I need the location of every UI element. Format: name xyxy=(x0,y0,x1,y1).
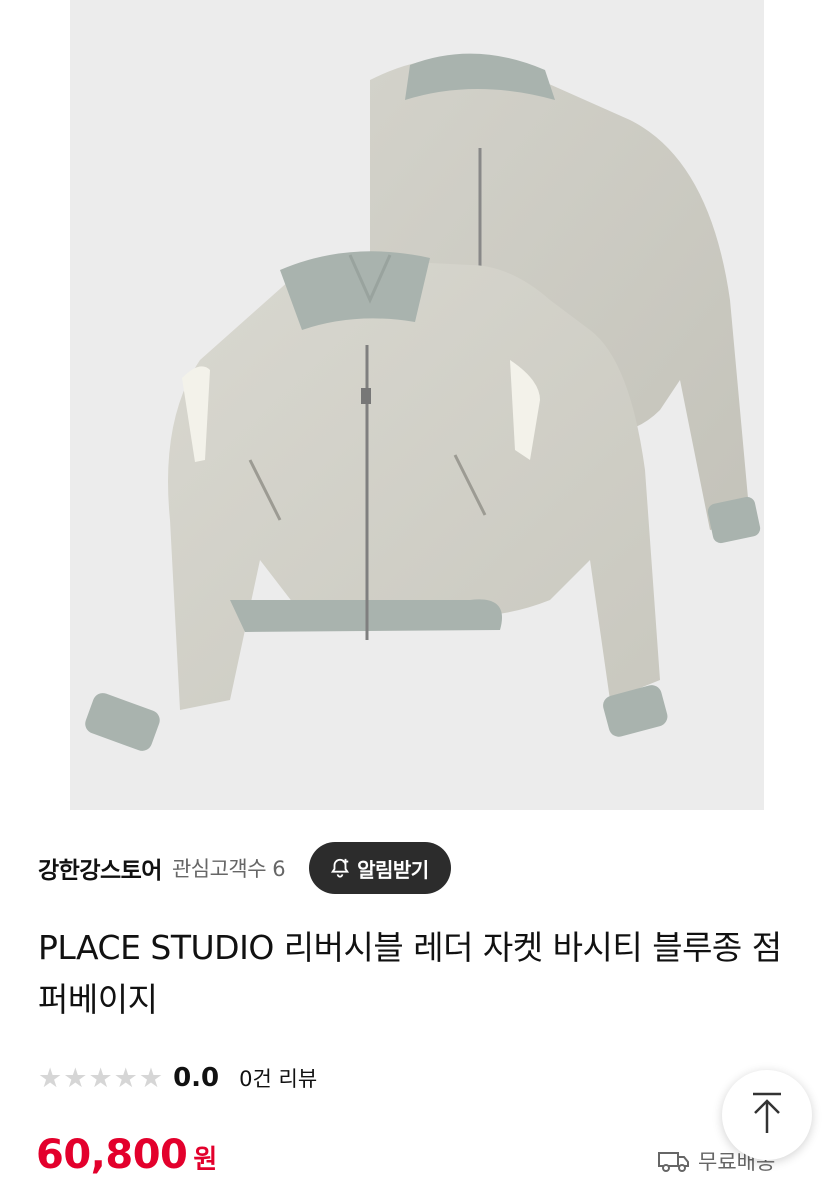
review-count[interactable]: 0건 리뷰 xyxy=(239,1063,317,1093)
rating-score: 0.0 xyxy=(173,1063,220,1093)
star-icon: ★ xyxy=(38,1062,63,1094)
scroll-to-top-button[interactable] xyxy=(722,1070,812,1160)
product-title: PLACE STUDIO 리버시블 레더 자켓 바시티 블루종 점퍼베이지 xyxy=(38,928,782,1019)
followers-count: 관심고객수 6 xyxy=(171,857,286,881)
product-detail-page: 강한강스토어 관심고객수 6 알림받기 PLACE STUDIO 리버시블 레더… xyxy=(0,0,833,1200)
star-icon: ★ xyxy=(113,1062,138,1094)
product-image[interactable] xyxy=(70,0,764,810)
jacket-illustration xyxy=(70,0,764,810)
store-name[interactable]: 강한강스토어 xyxy=(38,851,162,885)
star-rating: ★ ★ ★ ★ ★ xyxy=(38,1065,163,1092)
rating-row[interactable]: ★ ★ ★ ★ ★ 0.0 0건 리뷰 xyxy=(38,1058,317,1098)
follow-button-label: 알림받기 xyxy=(357,857,429,882)
follow-button[interactable]: 알림받기 xyxy=(309,842,451,894)
bell-plus-icon xyxy=(329,857,351,879)
star-icon: ★ xyxy=(138,1062,164,1094)
price-row: 60,800 원 xyxy=(36,1132,217,1192)
store-row: 강한강스토어 관심고객수 6 알림받기 xyxy=(38,838,798,898)
star-icon: ★ xyxy=(88,1062,113,1094)
truck-icon xyxy=(658,1149,690,1173)
arrow-up-icon xyxy=(749,1091,785,1139)
price-amount: 60,800 xyxy=(36,1132,188,1178)
star-icon: ★ xyxy=(63,1062,88,1094)
price-currency: 원 xyxy=(193,1145,218,1175)
